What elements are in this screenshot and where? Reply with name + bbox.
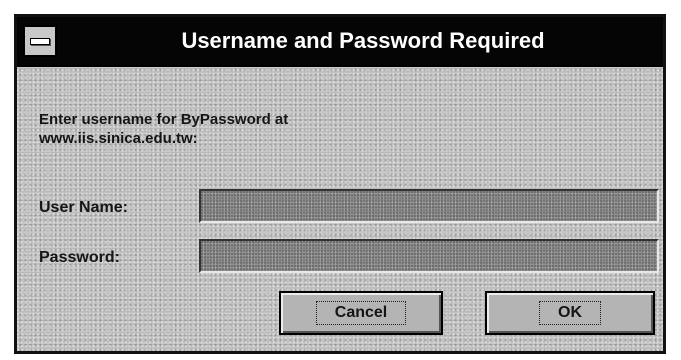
password-input[interactable] xyxy=(199,239,659,273)
system-menu-bar xyxy=(30,38,50,45)
system-menu-icon[interactable] xyxy=(23,25,57,57)
username-input[interactable] xyxy=(199,189,659,223)
title-bar[interactable]: Username and Password Required xyxy=(17,17,663,67)
auth-dialog: Username and Password Required Enter use… xyxy=(14,14,666,354)
prompt-message: Enter username for ByPassword at www.iis… xyxy=(39,110,459,148)
password-label: Password: xyxy=(39,249,120,266)
ok-button-label: OK xyxy=(539,301,601,325)
prompt-line-1: Enter username for ByPassword at xyxy=(39,111,289,128)
dialog-title: Username and Password Required xyxy=(181,28,545,53)
username-label: User Name: xyxy=(39,199,128,216)
ok-button[interactable]: OK xyxy=(485,291,655,335)
cancel-button[interactable]: Cancel xyxy=(279,291,443,335)
prompt-line-2: www.iis.sinica.edu.tw: xyxy=(39,130,198,147)
cancel-button-label: Cancel xyxy=(315,301,407,325)
